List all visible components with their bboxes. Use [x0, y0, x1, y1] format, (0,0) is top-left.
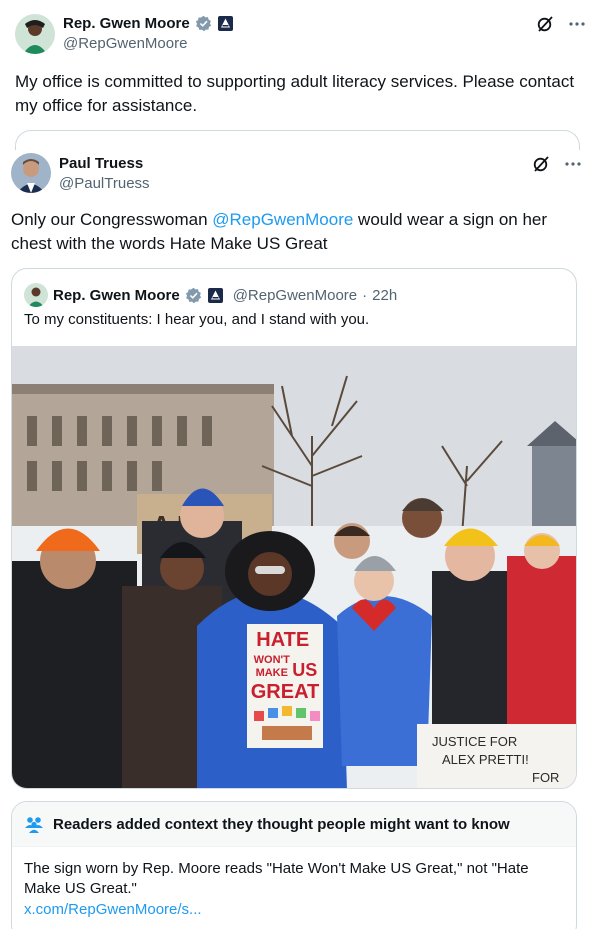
grok-icon[interactable]	[536, 15, 554, 33]
sign-word-wont: WON'T	[254, 654, 290, 666]
quoted-tweet-card[interactable]: Rep. Gwen Moore @RepGwenMoore · 22h To m…	[11, 268, 577, 789]
separator-dot: ·	[362, 286, 368, 304]
partial-card-top	[15, 130, 580, 150]
more-icon[interactable]	[568, 15, 586, 33]
rally-photo[interactable]: A LIS	[12, 346, 576, 788]
notes-source-link[interactable]: x.com/RepGwenMoore/s...	[24, 900, 564, 920]
quoted-text: To my constituents: I hear you, and I st…	[24, 311, 370, 328]
tweet-rep-moore[interactable]: Rep. Gwen Moore @RepGwenMoore My office …	[0, 0, 601, 150]
grok-icon[interactable]	[532, 155, 550, 173]
sign-word-hate: HATE	[256, 629, 309, 651]
sign-word-us: US	[292, 660, 317, 680]
affiliation-badge-icon[interactable]	[217, 15, 234, 32]
right-sign-line3: FOR	[532, 770, 559, 785]
notes-body-text: The sign worn by Rep. Moore reads "Hate …	[24, 860, 529, 897]
handle[interactable]: @PaulTruess	[59, 175, 150, 192]
handle[interactable]: @RepGwenMoore	[63, 35, 187, 52]
notes-title: Readers added context they thought peopl…	[53, 815, 510, 833]
sign-word-make: MAKE	[256, 667, 288, 679]
right-sign-line1: JUSTICE FOR	[432, 734, 517, 749]
display-name[interactable]: Paul Truess	[59, 155, 143, 172]
mention-link[interactable]: @RepGwenMoore	[212, 210, 353, 229]
verified-badge-icon	[185, 287, 202, 304]
tweet-text: My office is committed to supporting adu…	[15, 72, 575, 115]
quoted-handle[interactable]: @RepGwenMoore	[233, 287, 357, 304]
avatar[interactable]	[11, 153, 51, 193]
affiliation-badge-icon[interactable]	[207, 287, 224, 304]
more-icon[interactable]	[564, 155, 582, 173]
display-name[interactable]: Rep. Gwen Moore	[63, 15, 190, 32]
right-sign-line2: ALEX PRETTI!	[442, 752, 529, 767]
quoted-display-name[interactable]: Rep. Gwen Moore	[53, 287, 180, 304]
sign-word-great: GREAT	[251, 681, 320, 703]
avatar[interactable]	[15, 14, 55, 54]
avatar[interactable]	[24, 283, 48, 307]
verified-badge-icon	[195, 15, 212, 32]
community-notes-card[interactable]: Readers added context they thought peopl…	[11, 801, 577, 929]
readers-group-icon	[24, 814, 44, 834]
tweet-text: Only our Congresswoman @RepGwenMoore wou…	[11, 208, 581, 256]
tweet-text-part: Only our Congresswoman	[11, 210, 213, 229]
timestamp[interactable]: 22h	[372, 287, 397, 304]
